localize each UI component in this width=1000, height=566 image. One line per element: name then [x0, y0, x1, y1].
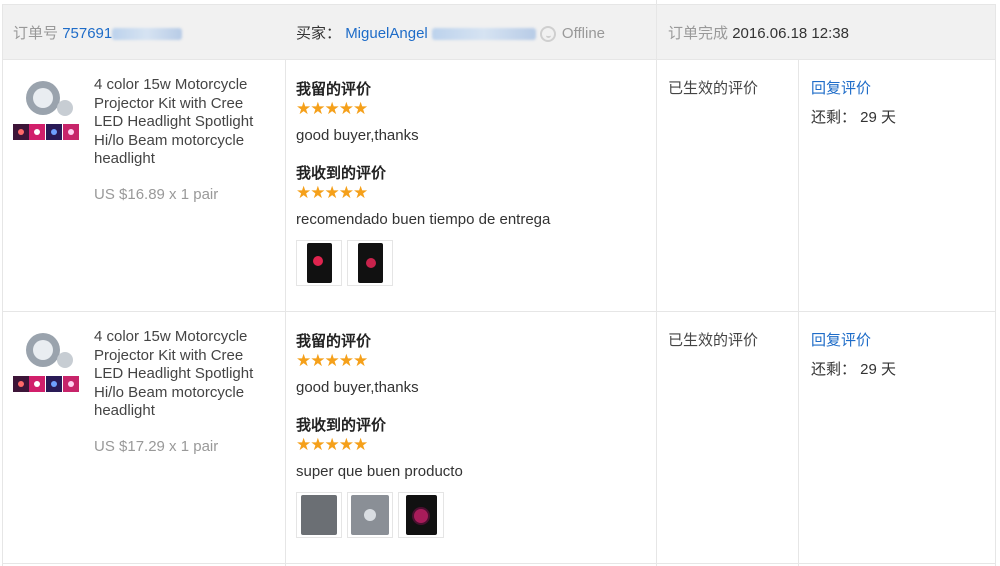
redacted-buyer-name	[431, 28, 536, 41]
remaining-days: 还剩： 29 天	[811, 109, 897, 126]
review-photo[interactable]	[347, 240, 393, 286]
received-review-label: 我收到的评价	[296, 165, 387, 182]
buyer-label: 买家：	[296, 25, 342, 42]
my-review-label: 我留的评价	[296, 333, 372, 350]
reply-review-link[interactable]: 回复评价	[811, 77, 871, 98]
received-review-label: 我收到的评价	[296, 417, 387, 434]
buyer-status: Offline	[561, 25, 606, 42]
product-price: US $16.89 x 1 pair	[94, 186, 219, 203]
reply-review-link[interactable]: 回复评价	[811, 329, 871, 350]
order-number-link[interactable]: 757691	[62, 25, 112, 42]
order-review-panel: 订单号 757691 买家： MiguelAngel Offline 订单完成 …	[0, 0, 1000, 566]
order-row: 4 color 15w Motorcycle Projector Kit wit…	[0, 312, 1000, 563]
my-review-text: good buyer,thanks	[296, 127, 419, 144]
product-title[interactable]: 4 color 15w Motorcycle Projector Kit wit…	[94, 328, 274, 421]
complete-time-cell: 订单完成 2016.06.18 12:38	[668, 22, 849, 43]
buyer-name-link[interactable]: MiguelAngel	[345, 25, 428, 42]
order-number-label: 订单号	[13, 25, 59, 42]
redacted-order-number	[112, 28, 183, 41]
product-thumbnail[interactable]	[13, 74, 79, 140]
my-rating-stars: ★★★★★	[296, 99, 368, 118]
order-number-cell: 订单号 757691	[13, 22, 183, 43]
product-title[interactable]: 4 color 15w Motorcycle Projector Kit wit…	[94, 76, 274, 169]
review-photo[interactable]	[347, 492, 393, 538]
buyer-cell: 买家： MiguelAngel Offline	[296, 22, 605, 43]
review-status: 已生效的评价	[668, 332, 759, 349]
review-photo[interactable]	[296, 240, 342, 286]
my-rating-stars: ★★★★★	[296, 351, 368, 370]
chat-status-icon[interactable]	[539, 26, 556, 43]
review-photo[interactable]	[398, 492, 444, 538]
received-review-text: super que buen producto	[296, 463, 463, 480]
complete-label: 订单完成	[668, 25, 729, 42]
product-price: US $17.29 x 1 pair	[94, 438, 219, 455]
received-rating-stars: ★★★★★	[296, 183, 368, 202]
my-review-label: 我留的评价	[296, 81, 372, 98]
row-divider	[2, 563, 996, 564]
my-review-text: good buyer,thanks	[296, 379, 419, 396]
remaining-days: 还剩： 29 天	[811, 361, 897, 378]
complete-time: 2016.06.18 12:38	[732, 25, 849, 42]
review-status: 已生效的评价	[668, 80, 759, 97]
product-thumbnail[interactable]	[13, 326, 79, 392]
order-header: 订单号 757691 买家： MiguelAngel Offline 订单完成 …	[2, 4, 996, 60]
order-row: 4 color 15w Motorcycle Projector Kit wit…	[0, 60, 1000, 311]
received-rating-stars: ★★★★★	[296, 435, 368, 454]
review-photo[interactable]	[296, 492, 342, 538]
received-review-text: recomendado buen tiempo de entrega	[296, 211, 551, 228]
